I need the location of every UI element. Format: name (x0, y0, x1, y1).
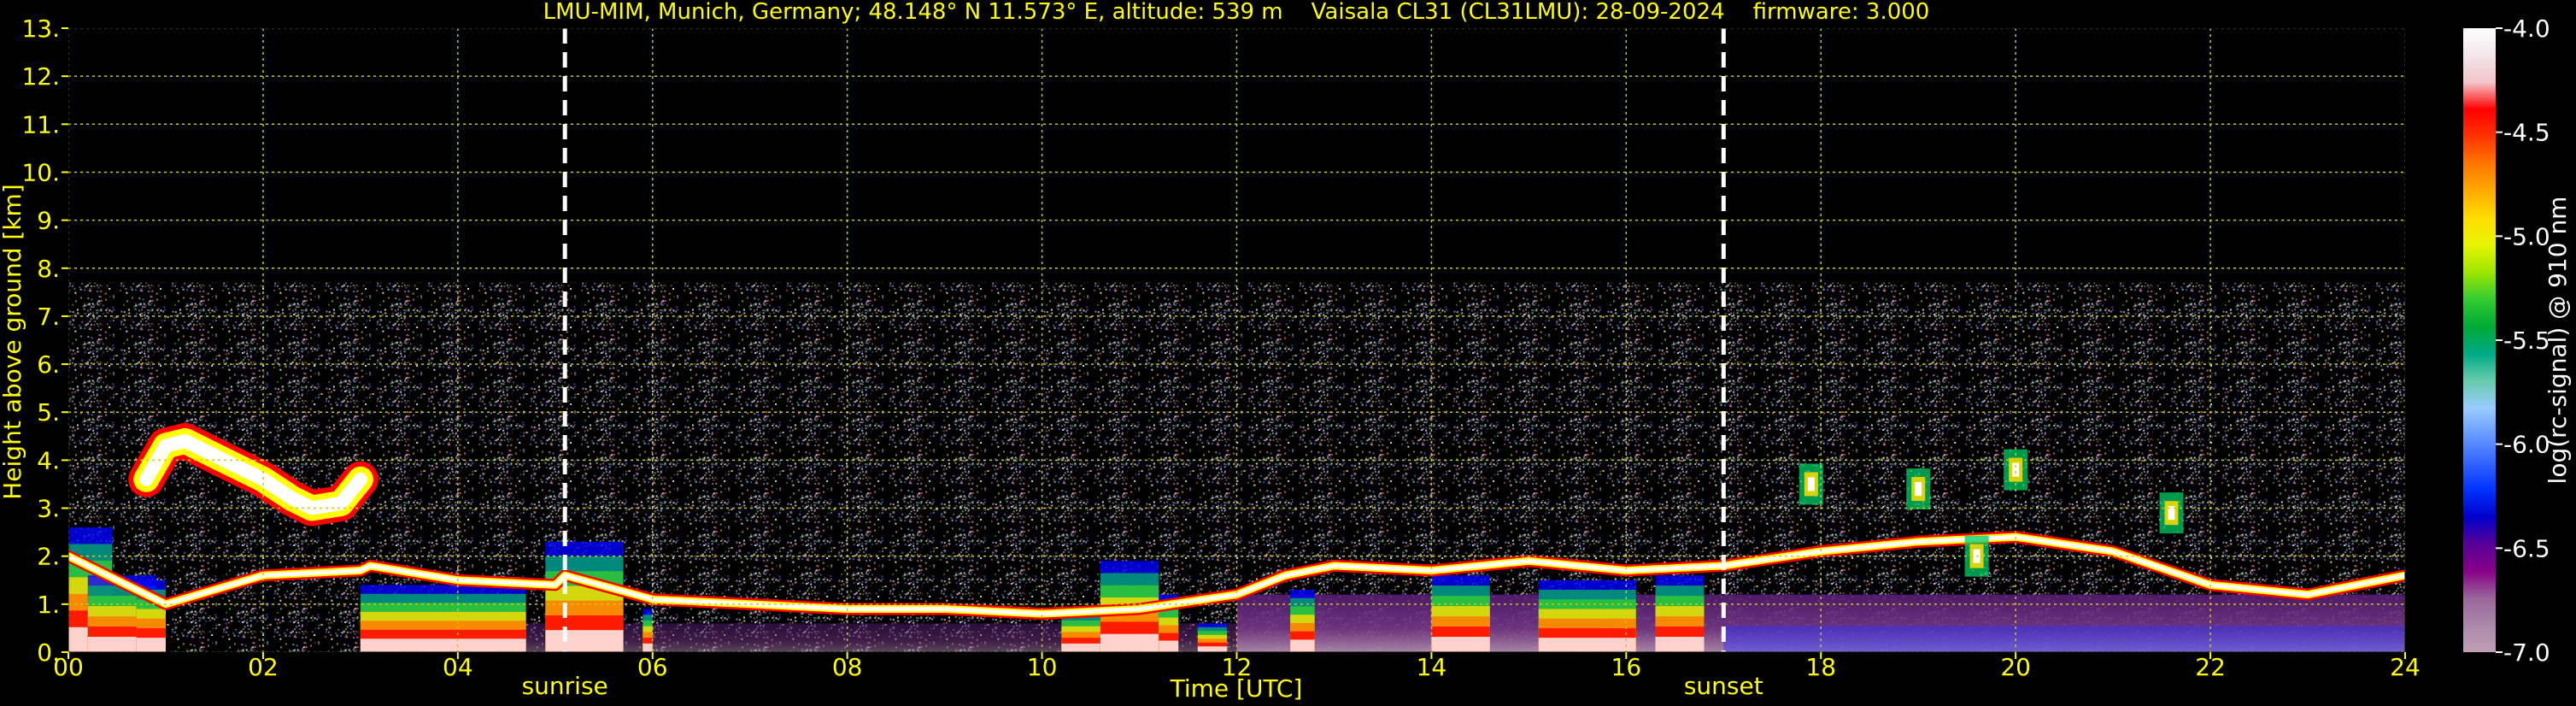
y-axis-label: Height above ground [km] (0, 184, 26, 500)
colorbar-label: log(rc-signal) @ 910 nm (2544, 197, 2572, 485)
y-axis-ticks: 0. 1. 2. 3. 4. 5. 6. 7. 8. 9. 10. 11. 12. 13. (21, 15, 68, 667)
y-tick-label: 2. (37, 543, 60, 571)
y-tick-label: 4. (37, 446, 60, 474)
marker-label: sunrise (522, 672, 608, 700)
x-tick-label: 24 (2390, 653, 2421, 681)
colorbar: -4.0-4.5-5.0-5.5-6.0-6.5-7.0 log(rc-sign… (2463, 15, 2572, 667)
aerosol-patch (1807, 477, 1815, 491)
y-tick-label: 3. (37, 495, 60, 523)
y-tick-label: 0. (37, 638, 60, 667)
colorbar-tick-label: -4.5 (2503, 119, 2550, 147)
y-tick-label: 1. (37, 591, 60, 619)
y-tick-label: 13. (21, 15, 60, 43)
backscatter-blob (1061, 643, 1100, 652)
chart-title: LMU-MIM, Munich, Germany; 48.148° N 11.5… (543, 0, 1930, 25)
x-tick-label: 18 (1805, 653, 1836, 681)
x-tick-label: 20 (2000, 653, 2031, 681)
colorbar-ticks: -4.0-4.5-5.0-5.5-6.0-6.5-7.0 (2496, 15, 2550, 667)
x-tick-label: 10 (1027, 653, 1058, 681)
backscatter-blob (545, 630, 624, 652)
y-tick-label: 5. (37, 398, 60, 427)
y-tick-label: 6. (37, 350, 60, 379)
x-tick-label: 22 (2195, 653, 2226, 681)
marker-labels: sunrise sunset (522, 672, 1763, 700)
backscatter-blob (1538, 638, 1636, 652)
backscatter-blob (643, 643, 653, 652)
y-tick-label: 11. (21, 110, 60, 138)
backscatter-blob (1290, 639, 1315, 652)
colorbar-tick-label: -4.0 (2503, 15, 2550, 43)
y-tick-label: 9. (37, 207, 60, 235)
backscatter-blob (1100, 633, 1159, 652)
y-tick-label: 10. (21, 158, 60, 186)
x-axis-label: Time [UTC] (1170, 674, 1303, 703)
plot-area (68, 28, 2405, 652)
colorbar-scale (2463, 28, 2496, 652)
y-tick-label: 8. (37, 255, 60, 283)
y-tick-label: 7. (37, 303, 60, 331)
aerosol-patch (1915, 482, 1922, 497)
backscatter-blob (1159, 640, 1179, 652)
colorbar-tick-label: -7.0 (2503, 638, 2550, 667)
low-signal-band (1723, 626, 2405, 652)
backscatter-blob (1431, 637, 1490, 652)
backscatter-blob (136, 638, 166, 652)
x-tick-label: 02 (248, 653, 279, 681)
y-tick-label: 12. (21, 62, 60, 91)
colorbar-tick-label: -6.5 (2503, 534, 2550, 562)
x-tick-label: 08 (832, 653, 863, 681)
x-tick-label: 04 (443, 653, 473, 681)
x-tick-label: 16 (1611, 653, 1642, 681)
x-tick-label: 06 (637, 653, 668, 681)
backscatter-blob (1655, 637, 1705, 652)
marker-label: sunset (1684, 672, 1763, 700)
backscatter-blob (360, 638, 526, 652)
x-tick-label: 14 (1417, 653, 1447, 681)
ceilometer-backscatter-plot: LMU-MIM, Munich, Germany; 48.148° N 11.5… (0, 0, 2572, 703)
backscatter-blob (1197, 646, 1228, 652)
